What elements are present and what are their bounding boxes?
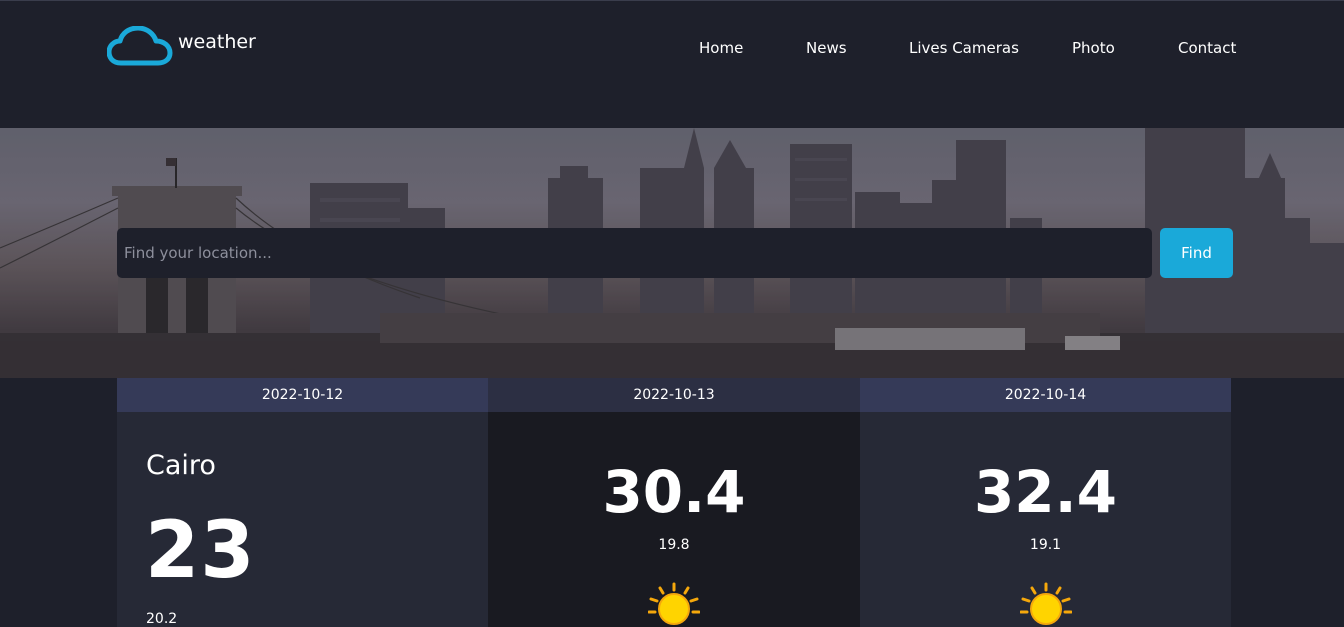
current-temperature: 23 (145, 506, 256, 596)
brand-name: weather (178, 31, 256, 53)
nav-live-cameras[interactable]: Lives Cameras (909, 38, 1019, 58)
max-temperature: 32.4 (973, 458, 1118, 526)
sun-icon (647, 582, 701, 627)
max-temperature: 30.4 (602, 458, 746, 526)
forecast-card-day-2: 2022-10-13 30.4 19.8 (488, 378, 860, 627)
nav-photo[interactable]: Photo (1072, 38, 1115, 58)
forecast-card-today: 2022-10-12 Cairo 23 20.2 (117, 378, 488, 627)
navbar: weather Home News Lives Cameras Photo Co… (0, 1, 1344, 128)
find-button[interactable]: Find (1160, 228, 1233, 278)
nav-home[interactable]: Home (699, 38, 743, 58)
min-temperature: 19.1 (1029, 537, 1062, 553)
card-date: 2022-10-14 (860, 378, 1231, 412)
card-date: 2022-10-13 (488, 378, 860, 412)
sun-icon (1019, 582, 1073, 627)
city-name: Cairo (146, 450, 216, 481)
min-temperature: 19.8 (658, 537, 690, 553)
brand-logo[interactable]: weather (107, 25, 256, 67)
cloud-icon (107, 26, 173, 66)
nav-news[interactable]: News (806, 38, 847, 58)
nav-contact[interactable]: Contact (1178, 38, 1236, 58)
search-input[interactable] (117, 228, 1152, 278)
forecast-card-day-3: 2022-10-14 32.4 19.1 (860, 378, 1231, 627)
card-date: 2022-10-12 (117, 378, 488, 412)
min-temperature: 20.2 (146, 611, 178, 627)
